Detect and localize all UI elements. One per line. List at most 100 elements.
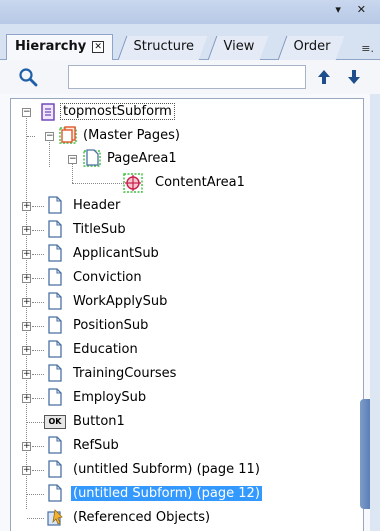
master-pages-icon	[59, 126, 77, 144]
subform-page-icon	[48, 316, 62, 334]
tree-guide-line	[32, 374, 44, 375]
tree-node-subform[interactable]: + Education	[11, 339, 351, 361]
subform-page-icon	[48, 268, 62, 286]
side-panel-handle[interactable]	[360, 399, 370, 509]
expand-icon[interactable]: +	[22, 370, 31, 379]
collapse-icon[interactable]: −	[68, 155, 77, 164]
expand-icon[interactable]: +	[22, 274, 31, 283]
tree-node-subform-selected[interactable]: (untitled Subform) (page 12)	[11, 483, 351, 505]
tree-guide-line	[32, 326, 44, 327]
tree-node-root[interactable]: − topmostSubform	[11, 101, 351, 123]
tree-guide-line	[32, 470, 44, 471]
expand-icon[interactable]: +	[22, 250, 31, 259]
tree-node-subform[interactable]: + TitleSub	[11, 219, 351, 241]
tree-guide-line	[32, 350, 44, 351]
tree-guide-line	[32, 254, 44, 255]
tab-hierarchy[interactable]: Hierarchy ✕	[6, 34, 114, 61]
hierarchy-tree-pane: − topmostSubform − (Master Pages) − Page…	[0, 94, 370, 531]
tree-node-label: EmploySub	[73, 390, 147, 405]
tree-guide-line	[32, 302, 44, 303]
tree-node-button[interactable]: OK Button1	[11, 411, 351, 433]
tree-node-subform[interactable]: + Header	[11, 195, 351, 217]
hierarchy-tree[interactable]: − topmostSubform − (Master Pages) − Page…	[10, 98, 364, 531]
tree-guide-line	[27, 136, 35, 137]
arrow-up-icon[interactable]	[316, 69, 332, 85]
search-icon[interactable]	[18, 67, 38, 87]
tree-guide-line	[32, 446, 44, 447]
expand-icon[interactable]: +	[22, 322, 31, 331]
tab-overflow-icon[interactable]: ≡.	[361, 42, 374, 55]
subform-page-icon	[48, 484, 62, 502]
subform-page-icon	[48, 388, 62, 406]
subform-page-icon	[48, 196, 62, 214]
expand-icon[interactable]: +	[22, 298, 31, 307]
tree-node-label: (untitled Subform) (page 12)	[71, 486, 262, 501]
tree-node-label: Education	[73, 342, 138, 357]
tree-guide-line	[32, 398, 44, 399]
content-area-icon	[123, 173, 143, 193]
expand-icon[interactable]: +	[22, 226, 31, 235]
tab-order[interactable]: Order	[277, 36, 345, 60]
subform-page-icon	[48, 244, 62, 262]
subform-page-icon	[48, 340, 62, 358]
tree-node-subform[interactable]: + EmploySub	[11, 387, 351, 409]
tree-node-subform[interactable]: + ApplicantSub	[11, 243, 351, 265]
tree-guide-line	[32, 230, 44, 231]
search-input[interactable]	[68, 65, 306, 89]
tree-node-label: WorkApplySub	[73, 294, 168, 309]
subform-icon	[41, 103, 55, 121]
tree-guide-line	[32, 278, 44, 279]
search-bar	[0, 60, 380, 94]
expand-icon[interactable]: +	[22, 442, 31, 451]
tree-node-label: ApplicantSub	[73, 246, 159, 261]
tree-node-label: (Referenced Objects)	[73, 510, 211, 525]
tree-node-label: Conviction	[73, 270, 142, 285]
tree-guide-line	[27, 518, 44, 519]
referenced-objects-icon	[47, 509, 63, 526]
tree-node-label: topmostSubform	[60, 103, 175, 120]
expand-icon[interactable]: +	[22, 394, 31, 403]
subform-page-icon	[48, 292, 62, 310]
tab-view-label: View	[223, 39, 255, 54]
tree-node-subform[interactable]: + PositionSub	[11, 315, 351, 337]
tree-node-label: TrainingCourses	[73, 366, 177, 381]
tree-node-subform[interactable]: + Conviction	[11, 267, 351, 289]
tree-node-label: PositionSub	[73, 318, 149, 333]
panel-window-controls[interactable]: ▾ ✕	[335, 3, 372, 16]
arrow-down-icon[interactable]	[346, 69, 362, 85]
tree-node-label: ContentArea1	[155, 175, 245, 190]
tree-node-subform[interactable]: + RefSub	[11, 435, 351, 457]
tree-node-content-area[interactable]: ContentArea1	[11, 172, 351, 194]
tree-node-label: Header	[73, 198, 121, 213]
tree-guide-line	[27, 422, 44, 423]
expand-icon[interactable]: +	[22, 466, 31, 475]
collapse-icon[interactable]: −	[22, 108, 31, 117]
tree-node-subform[interactable]: + TrainingCourses	[11, 363, 351, 385]
tree-node-label: Button1	[73, 414, 125, 429]
tree-node-label: (Master Pages)	[83, 128, 180, 143]
expand-icon[interactable]: +	[22, 346, 31, 355]
tab-hierarchy-label: Hierarchy	[15, 39, 87, 54]
tab-strip: Hierarchy ✕ Structure View Order ≡.	[0, 24, 380, 61]
subform-page-icon	[48, 220, 62, 238]
expand-icon[interactable]: +	[22, 202, 31, 211]
tree-node-referenced-objects[interactable]: (Referenced Objects)	[11, 507, 351, 529]
tab-view[interactable]: View	[207, 36, 269, 60]
tree-node-page-area[interactable]: − PageArea1	[11, 148, 351, 170]
subform-page-icon	[48, 460, 62, 478]
tree-node-subform[interactable]: + (untitled Subform) (page 11)	[11, 459, 351, 481]
tree-node-subform[interactable]: + WorkApplySub	[11, 291, 351, 313]
collapse-icon[interactable]: −	[45, 132, 54, 141]
page-area-icon	[83, 149, 101, 167]
tab-structure[interactable]: Structure	[117, 36, 208, 60]
tree-node-label: RefSub	[73, 438, 119, 453]
tree-node-master-pages[interactable]: − (Master Pages)	[11, 125, 351, 147]
tree-guide-line	[32, 206, 44, 207]
tree-guide-line	[27, 494, 44, 495]
close-tab-icon[interactable]: ✕	[92, 41, 105, 53]
tree-node-label: (untitled Subform) (page 11)	[73, 462, 260, 477]
tree-node-label: PageArea1	[107, 151, 177, 166]
tree-node-label: TitleSub	[73, 222, 126, 237]
button-icon: OK	[44, 415, 66, 429]
tab-structure-label: Structure	[133, 39, 195, 54]
